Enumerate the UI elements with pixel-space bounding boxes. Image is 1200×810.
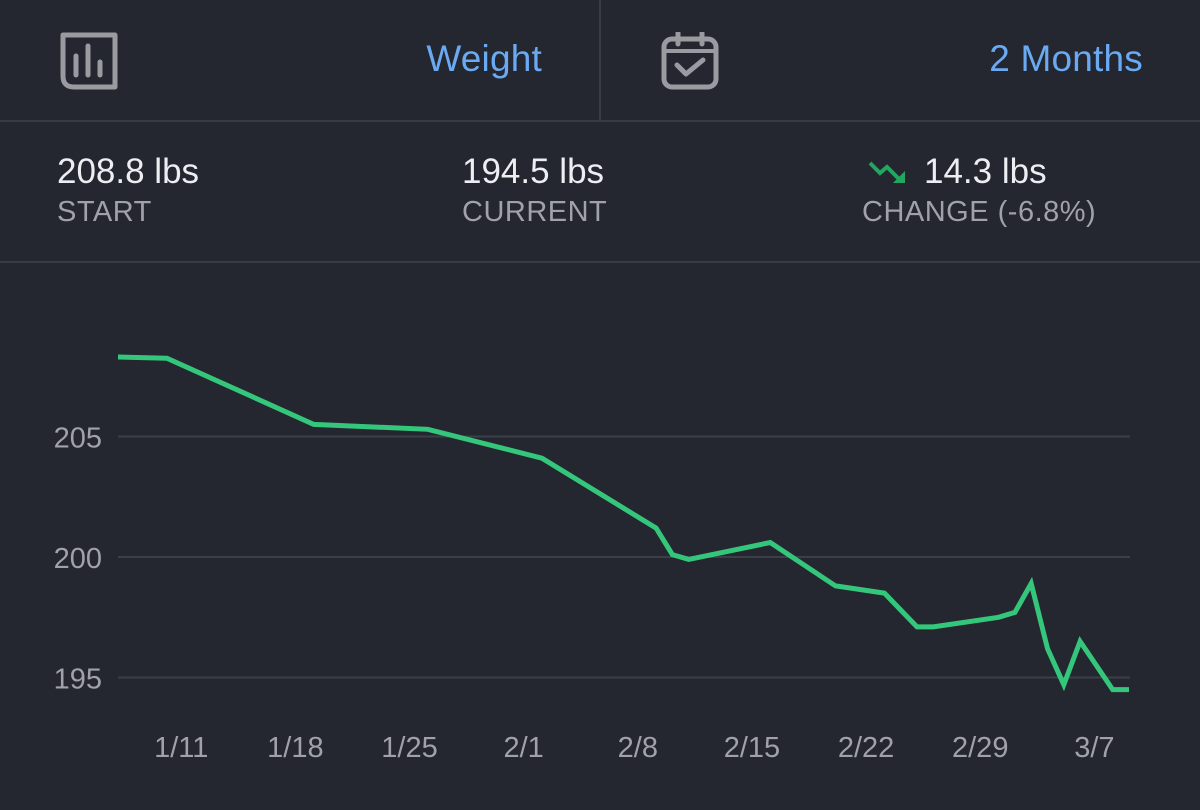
y-tick-label: 200	[54, 543, 102, 575]
change-label: CHANGE (-6.8%)	[862, 196, 1097, 228]
top-bar: Weight 2 Months	[0, 0, 1200, 122]
x-tick-label: 1/11	[154, 732, 208, 764]
y-tick-label: 205	[54, 423, 102, 455]
x-tick-label: 2/22	[838, 732, 894, 764]
stats-summary: 208.8 lbs START 194.5 lbs CURRENT 14.3 l…	[0, 122, 1200, 263]
start-value: 208.8 lbs	[57, 152, 200, 191]
bar-chart-icon	[60, 32, 118, 90]
trend-down-icon	[868, 161, 905, 183]
current-label: CURRENT	[462, 196, 608, 228]
metric-value: Weight	[426, 38, 542, 79]
change-value: 14.3 lbs	[924, 152, 1047, 191]
series-line-weight	[117, 354, 1129, 693]
stat-start: 208.8 lbs START	[57, 152, 199, 229]
x-tick-label: 1/25	[381, 732, 437, 764]
x-tick-label: 2/29	[952, 732, 1008, 764]
calendar-check-icon	[661, 32, 719, 90]
start-label: START	[57, 196, 152, 228]
current-value: 194.5 lbs	[462, 152, 605, 191]
stat-current: 194.5 lbs CURRENT	[462, 152, 607, 229]
y-tick-label: 195	[54, 664, 102, 696]
weight-chart[interactable]: 205 200 195 1/11 1/18 1/25 2/1 2/8 2/15 2/22 2/29…	[0, 263, 1200, 810]
period-selector[interactable]: 2 Months	[601, 0, 1200, 120]
x-tick-label: 3/7	[1074, 732, 1114, 764]
x-tick-label: 2/8	[618, 732, 658, 764]
chart-canvas: 205 200 195 1/11 1/18 1/25 2/1 2/8 2/15 2/22 2/29…	[54, 354, 1130, 764]
period-value: 2 Months	[989, 38, 1143, 79]
x-tick-label: 2/1	[503, 732, 543, 764]
stat-change: 14.3 lbs CHANGE (-6.8%)	[862, 152, 1096, 229]
metric-selector[interactable]: Weight	[0, 0, 601, 120]
x-tick-label: 1/18	[267, 732, 323, 764]
x-tick-label: 2/15	[724, 732, 780, 764]
